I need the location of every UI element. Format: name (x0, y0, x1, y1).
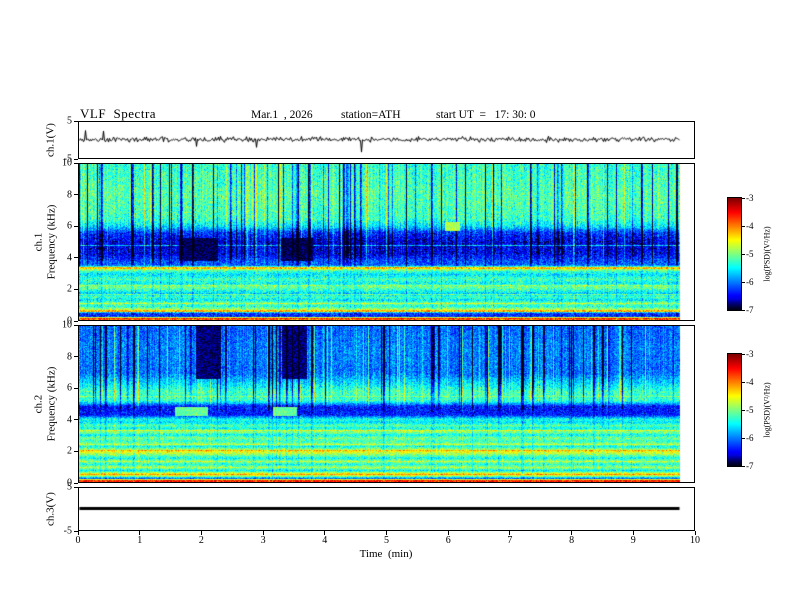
y-tick-label: 5 (67, 481, 72, 493)
colorbar-tick-label: -4 (746, 377, 754, 387)
y-tick-label: 8 (67, 189, 72, 201)
x-tick-label: 10 (690, 535, 700, 546)
colorbar-tick-mark (742, 465, 745, 467)
ch2-frequency-axis-label-line2: Frequency (kHz) (45, 366, 57, 442)
y-tick-label: 6 (67, 220, 72, 232)
y-tick-label: 4 (67, 414, 72, 426)
ch1-frequency-axis-label-line1: ch.1 (32, 232, 45, 252)
y-tick-mark (74, 162, 78, 164)
x-tick-label: 5 (384, 535, 389, 546)
colorbar-tick-mark (742, 381, 745, 383)
colorbar-tick-mark (742, 309, 745, 311)
vlf-spectra-figure: VLF Spectra Mar.1 , 2026 station=ATH sta… (0, 0, 792, 612)
colorbar-tick-mark (742, 197, 745, 199)
ch1-frequency-axis-label: ch.1 Frequency (kHz) (32, 205, 57, 280)
ch3-waveform-canvas (79, 488, 694, 530)
colorbar-tick-mark (742, 437, 745, 439)
y-tick-mark (74, 257, 78, 259)
ch1-frequency-axis-label-line2: Frequency (kHz) (45, 204, 57, 280)
x-tick-label: 3 (260, 535, 266, 546)
y-tick-mark (74, 387, 78, 389)
y-tick-label: -5 (63, 525, 72, 537)
time-axis-label: Time (min) (359, 548, 413, 560)
y-tick-mark (74, 120, 78, 122)
y-tick-mark (74, 288, 78, 290)
ch1-waveform-canvas (79, 122, 694, 158)
colorbar-tick-label: -4 (746, 221, 754, 231)
ch2-colorbar-canvas (728, 354, 741, 466)
colorbar-tick-label: -7 (746, 461, 754, 471)
y-tick-label: 8 (67, 351, 72, 363)
ch3-voltage-axis-label: ch.3(V) (44, 492, 57, 526)
colorbar-tick-mark (742, 353, 745, 355)
y-tick-label: 10 (62, 319, 72, 331)
y-tick-mark (74, 158, 78, 160)
ch1-voltage-axis-label: ch.1(V) (44, 123, 57, 157)
colorbar-tick-mark (742, 281, 745, 283)
ch1-waveform-panel (78, 121, 695, 159)
x-tick-label: 2 (198, 535, 204, 546)
x-tick-label: 7 (507, 535, 513, 546)
y-tick-mark (74, 320, 78, 322)
colorbar-tick-mark (742, 253, 745, 255)
ch2-spectrogram-panel (78, 325, 695, 483)
y-tick-mark (74, 486, 78, 488)
figure-title: VLF Spectra (80, 106, 157, 121)
x-tick-label: 4 (322, 535, 328, 546)
ch1-colorbar (727, 197, 742, 311)
colorbar-tick-label: -3 (746, 193, 754, 203)
ch2-spectrogram-canvas (79, 326, 694, 482)
colorbar-tick-mark (742, 225, 745, 227)
ch2-colorbar (727, 353, 742, 467)
y-tick-mark (74, 419, 78, 421)
y-tick-label: 2 (67, 283, 72, 295)
date-label: Mar.1 , 2026 (251, 109, 313, 121)
x-tick-label: 1 (137, 535, 143, 546)
ch3-waveform-panel (78, 487, 695, 531)
y-tick-mark (74, 225, 78, 227)
start-ut-label: start UT = 17: 30: 0 (436, 109, 536, 121)
x-tick-label: 6 (445, 535, 451, 546)
ch1-spectrogram-canvas (79, 164, 694, 320)
colorbar-tick-label: -5 (746, 249, 754, 259)
colorbar-tick-label: -6 (746, 277, 754, 287)
y-tick-mark (74, 356, 78, 358)
ch1-colorbar-canvas (728, 198, 741, 310)
y-tick-label: 4 (67, 252, 72, 264)
colorbar-tick-label: -5 (746, 405, 754, 415)
y-tick-mark (74, 194, 78, 196)
y-tick-label: 10 (62, 157, 72, 169)
colorbar-tick-label: -7 (746, 305, 754, 315)
y-tick-label: 6 (67, 382, 72, 394)
y-tick-label: 5 (67, 115, 72, 127)
ch1-spectrogram-panel (78, 163, 695, 321)
x-tick-label: 8 (569, 535, 575, 546)
y-tick-mark (74, 324, 78, 326)
station-label: station=ATH (341, 109, 401, 121)
colorbar-tick-mark (742, 409, 745, 411)
y-tick-mark (74, 450, 78, 452)
ch2-frequency-axis-label: ch.2 Frequency (kHz) (32, 367, 57, 442)
y-tick-mark (74, 482, 78, 484)
ch2-frequency-axis-label-line1: ch.2 (32, 394, 45, 414)
colorbar-tick-label: -3 (746, 349, 754, 359)
ch2-colorbar-label: log(PSD)(V²/Hz) (762, 382, 772, 438)
colorbar-tick-label: -6 (746, 433, 754, 443)
x-tick-label: 0 (75, 535, 81, 546)
ch1-colorbar-label: log(PSD)(V²/Hz) (762, 226, 772, 282)
y-tick-label: 2 (67, 445, 72, 457)
x-tick-label: 9 (630, 535, 636, 546)
